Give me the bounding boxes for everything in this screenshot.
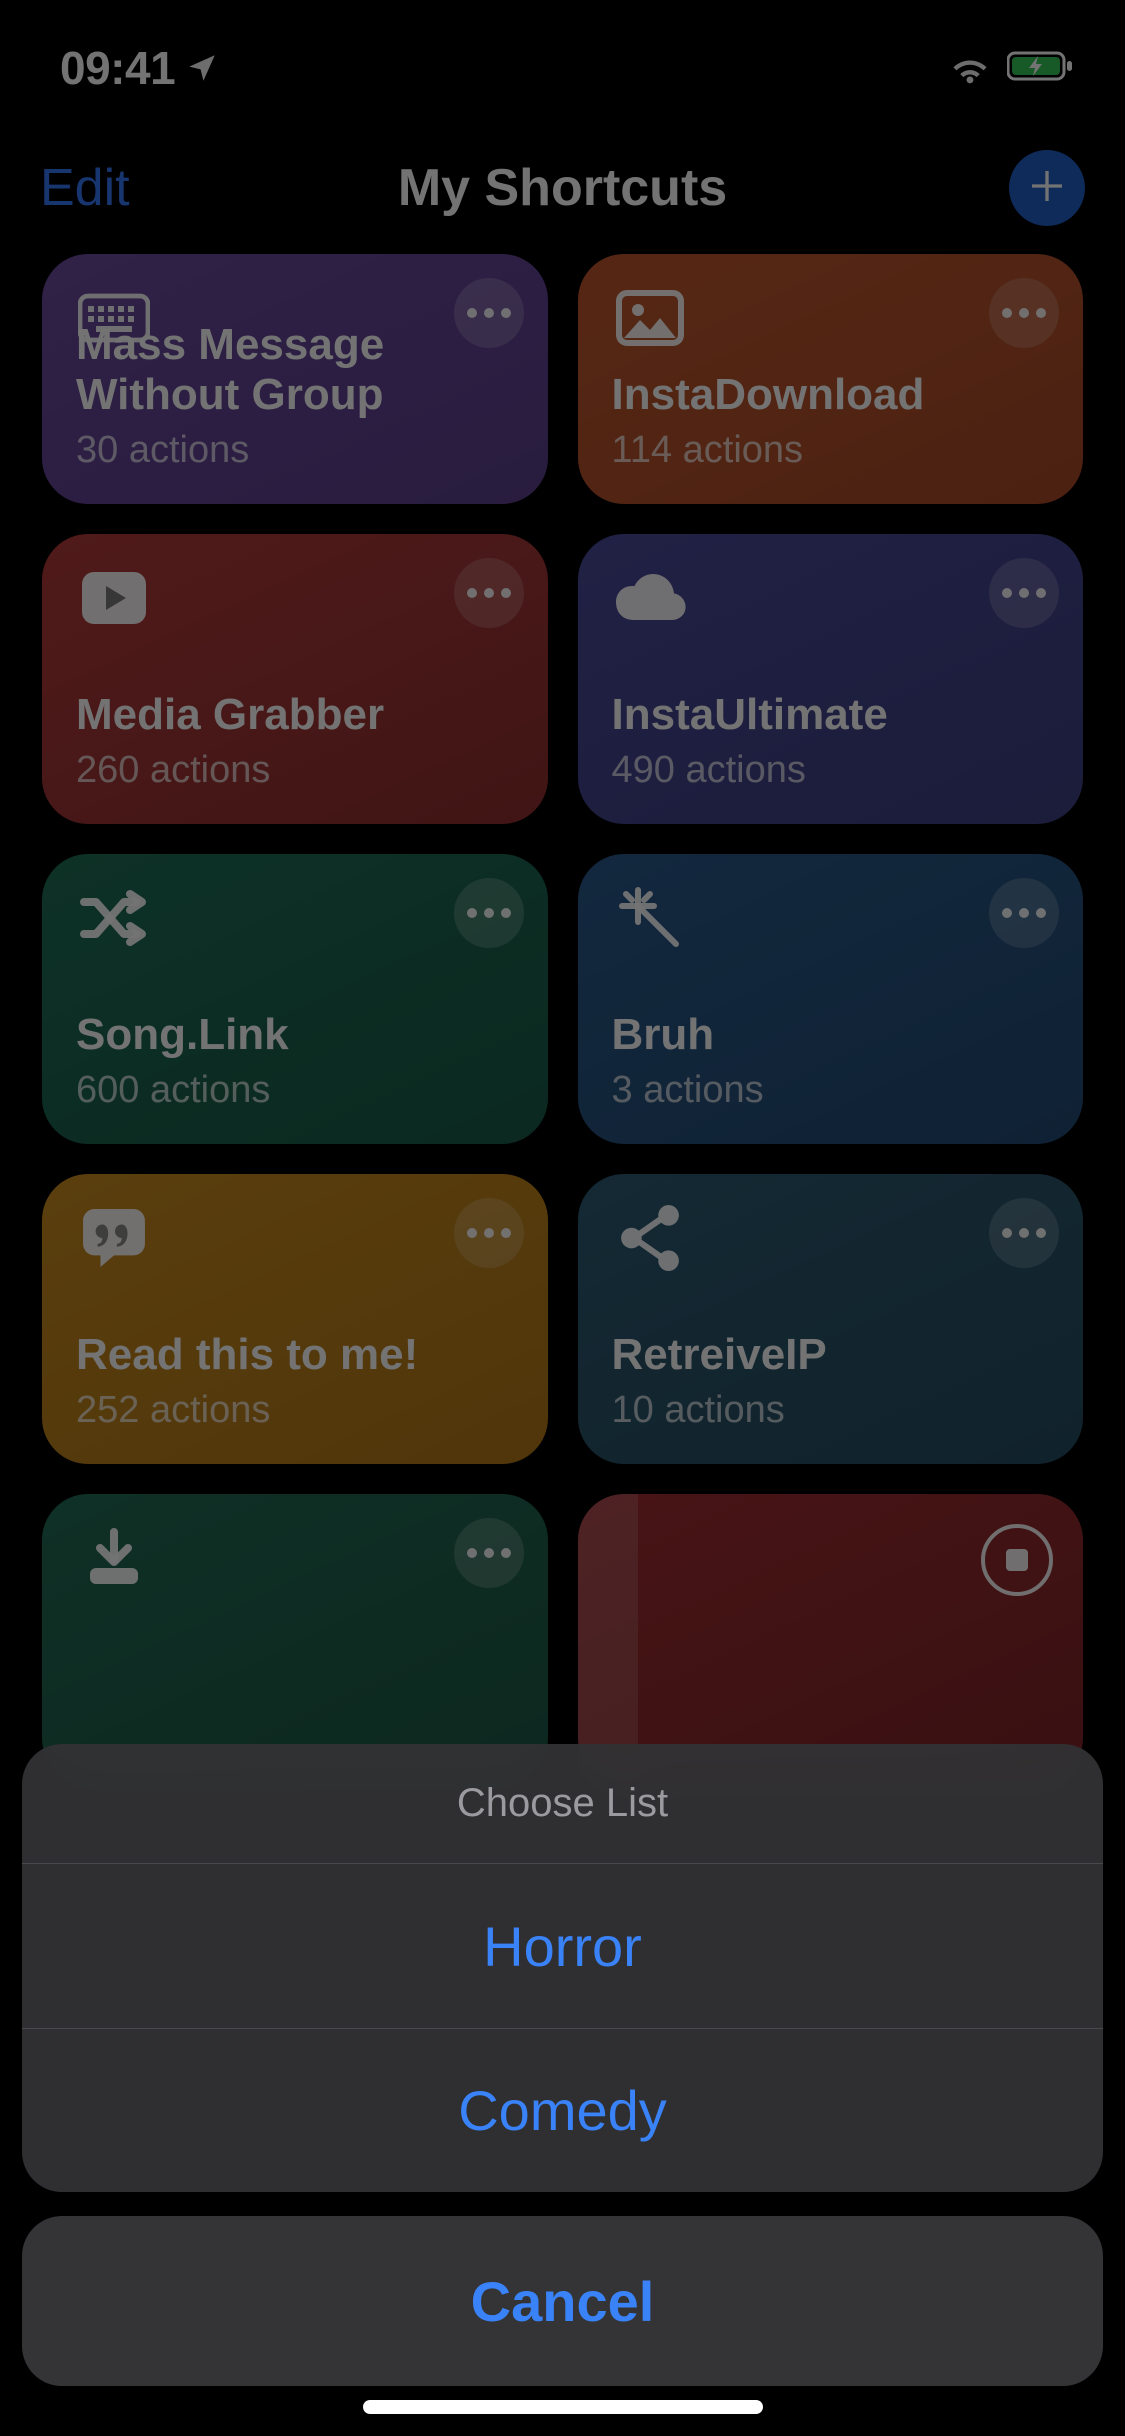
action-sheet-cancel-button[interactable]: Cancel — [22, 2216, 1103, 2386]
action-sheet-option[interactable]: Horror — [22, 1864, 1103, 2028]
action-sheet: Choose List HorrorComedy Cancel — [22, 1744, 1103, 2386]
action-sheet-title: Choose List — [22, 1744, 1103, 1864]
home-indicator[interactable] — [363, 2400, 763, 2414]
action-sheet-option[interactable]: Comedy — [22, 2028, 1103, 2192]
